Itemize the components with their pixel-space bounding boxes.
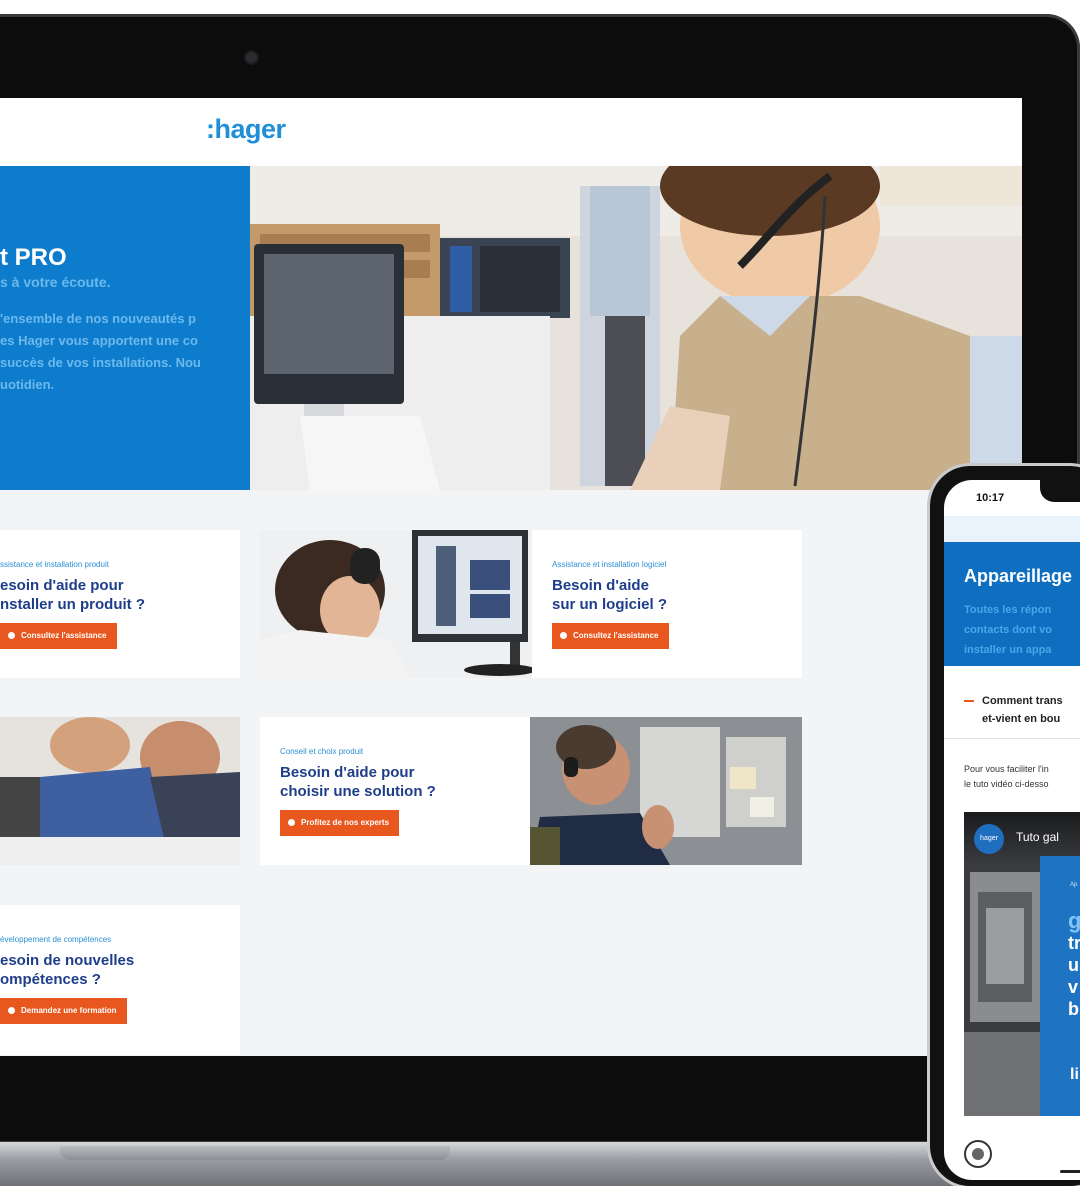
card-heading: Besoin d'aide sur un logiciel ? <box>552 576 667 614</box>
overlay-letters: u <box>1068 955 1079 975</box>
phone-page-title: Appareillage <box>964 566 1073 586</box>
button-label: Consultez l'assistance <box>573 631 659 640</box>
overlay-big-text: g tr u v b <box>1068 910 1080 1020</box>
button-label: Demandez une formation <box>21 1006 117 1015</box>
card-heading: esoin d'aide pour nstaller un produit ? <box>0 576 145 614</box>
card-kicker: ssistance et installation produit <box>0 560 109 569</box>
overlay-letters: tr <box>1068 933 1080 953</box>
hero-banner: t PRO s à votre écoute. 'ensemble de nos… <box>0 136 1022 490</box>
card-product-install[interactable]: ssistance et installation produit esoin … <box>0 530 240 678</box>
photo-expert-on-headset <box>530 717 802 865</box>
photo-tech-support-software <box>260 530 532 678</box>
card-heading-line: sur un logiciel ? <box>552 596 668 613</box>
hero-subtitle: s à votre écoute. <box>0 274 111 290</box>
card-heading: esoin de nouvelles ompétences ? <box>0 951 134 989</box>
consult-assistance-button[interactable]: Consultez l'assistance <box>552 623 669 649</box>
description-line: Toutes les répon <box>964 604 1052 616</box>
arrow-icon <box>288 819 295 827</box>
hero-body-line: uotidien. <box>0 377 55 392</box>
phone-notch <box>1040 480 1080 502</box>
card-heading-line: Besoin d'aide <box>552 577 649 594</box>
description-line: contacts dont vo <box>964 624 1053 636</box>
video-overlay-panel: Ap g tr u v b li <box>1040 856 1080 1116</box>
card-heading-line: Besoin d'aide pour <box>280 764 415 781</box>
card-heading: Besoin d'aide pour choisir une solution … <box>280 763 436 801</box>
card-kicker: Conseil et choix produit <box>280 747 364 756</box>
arrow-icon <box>8 632 15 640</box>
faq-question-line: et-vient en bou <box>982 713 1061 725</box>
photo-technicians-at-desk <box>0 717 240 865</box>
card-heading-line: esoin d'aide pour <box>0 577 124 594</box>
card-kicker: éveloppement de compétences <box>0 935 112 944</box>
home-button-icon[interactable] <box>964 1140 992 1168</box>
site-header: :hager <box>0 98 1022 166</box>
hero-body-line: succès de vos installations. Nou <box>0 355 201 370</box>
card-choose-solution[interactable]: Conseil et choix produit Besoin d'aide p… <box>260 717 530 865</box>
hero-body: 'ensemble de nos nouveautés p es Hager v… <box>0 308 250 396</box>
divider <box>944 738 1080 739</box>
answer-line: le tuto vidéo ci-desso <box>964 779 1049 789</box>
faq-accordion-item[interactable]: Comment trans et-vient en bou <box>964 692 1063 728</box>
hager-channel-logo: hager <box>974 824 1004 854</box>
answer-line: Pour vous faciliter l'in <box>964 764 1049 774</box>
card-heading-line: choisir une solution ? <box>280 783 436 800</box>
overlay-small-text: Ap <box>1070 882 1078 888</box>
card-heading-line: nstaller un produit ? <box>0 596 145 613</box>
consult-assistance-button[interactable]: Consultez l'assistance <box>0 623 117 649</box>
hero-body-line: 'ensemble de nos nouveautés p <box>0 311 196 326</box>
button-label: Profitez de nos experts <box>301 818 390 827</box>
smartphone-frame: 10:17 Appareillage Toutes les répon cont… <box>930 466 1080 1186</box>
arrow-icon <box>560 632 567 640</box>
webcam-icon <box>246 52 257 63</box>
hero-title: t PRO <box>0 244 67 271</box>
video-title: Tuto gal <box>1016 830 1059 844</box>
expert-advice-button[interactable]: Profitez de nos experts <box>280 810 400 836</box>
laptop-hinge-notch <box>60 1146 450 1160</box>
card-kicker: Assistance et installation logiciel <box>552 560 667 569</box>
description-line: installer un appa <box>964 644 1052 656</box>
hero-text-panel: t PRO s à votre écoute. 'ensemble de nos… <box>0 166 250 490</box>
request-training-button[interactable]: Demandez une formation <box>0 998 127 1024</box>
card-software-help[interactable]: Assistance et installation logiciel Beso… <box>532 530 802 678</box>
laptop-screen: :hager t PRO s à votre écoute. 'ensemble… <box>0 98 1022 1056</box>
hero-body-line: es Hager vous apportent une co <box>0 333 198 348</box>
hero-photo-call-center-agent <box>250 136 1022 490</box>
hager-logo[interactable]: :hager <box>206 114 286 145</box>
home-indicator <box>1060 1170 1080 1173</box>
overlay-bottom-text: li <box>1070 1066 1079 1083</box>
card-heading-line: ompétences ? <box>0 971 101 988</box>
overlay-letters: b <box>1068 999 1079 1019</box>
overlay-letters: v <box>1068 977 1079 997</box>
status-time: 10:17 <box>976 492 1005 504</box>
overlay-letters: g <box>1068 908 1080 933</box>
faq-answer-text: Pour vous faciliter l'in le tuto vidéo c… <box>964 762 1049 792</box>
video-player[interactable]: hager Tuto gal Ap g tr u v b li <box>964 812 1080 1116</box>
faq-question-line: Comment trans <box>982 695 1063 707</box>
phone-page-description: Toutes les répon contacts dont vo instal… <box>964 600 1052 660</box>
card-heading-line: esoin de nouvelles <box>0 952 135 969</box>
collapse-dash-icon <box>964 700 974 703</box>
phone-hero: Appareillage Toutes les répon contacts d… <box>944 542 1080 666</box>
phone-screen: 10:17 Appareillage Toutes les répon cont… <box>944 480 1080 1180</box>
arrow-icon <box>8 1007 15 1015</box>
button-label: Consultez l'assistance <box>21 631 107 640</box>
card-training[interactable]: éveloppement de compétences esoin de nou… <box>0 905 240 1055</box>
